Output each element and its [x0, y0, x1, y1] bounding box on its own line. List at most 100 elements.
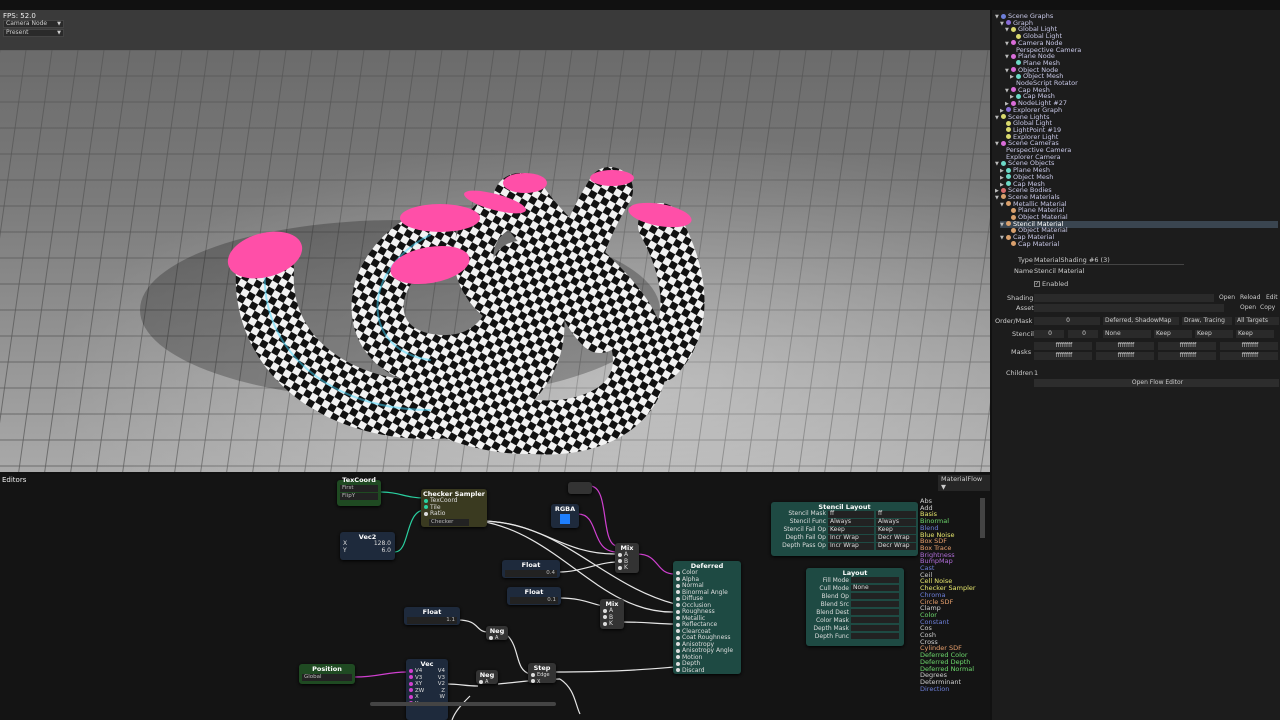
layout-row[interactable]: Blend Dest — [806, 609, 904, 617]
order-mode-select[interactable]: Deferred, ShadowMap — [1103, 317, 1179, 325]
node-texcoord[interactable]: TexCoord First FlipY — [337, 476, 381, 506]
camera-select[interactable]: Camera Node ▼ — [3, 20, 64, 28]
layout-row[interactable]: Blend Src — [806, 601, 904, 609]
input-port[interactable]: X — [528, 679, 556, 686]
float-value[interactable]: 0.4 — [505, 570, 557, 577]
row-select[interactable]: Incr Wrap — [828, 542, 874, 550]
mask-field[interactable]: ffffffff — [1034, 352, 1092, 360]
row-select[interactable]: Decr Wrap — [876, 534, 916, 542]
node-layout[interactable]: Layout Fill Mode Cull Mode None Blend Op Ble… — [806, 568, 904, 646]
row-select[interactable] — [851, 617, 899, 623]
layout-row[interactable]: Depth Mask — [806, 625, 904, 633]
node-float[interactable]: Float 0.1 — [507, 587, 561, 605]
row-select[interactable]: Always — [828, 518, 874, 526]
node-collapsed[interactable] — [568, 482, 592, 494]
node-rgba[interactable]: RGBA — [551, 504, 579, 528]
node-vec2[interactable]: Vec2 X 128.0 Y 6.0 — [340, 532, 395, 560]
input-port[interactable]: K — [600, 620, 624, 628]
layout-row[interactable]: Blend Op — [806, 593, 904, 601]
row-select[interactable] — [851, 633, 899, 639]
input-port[interactable]: A — [476, 679, 498, 686]
port-dot — [424, 498, 428, 503]
node-mix[interactable]: Mix A B K — [615, 543, 639, 573]
checker-mode-select[interactable]: Checker — [429, 518, 469, 526]
row-select[interactable]: Incr Wrap — [828, 534, 874, 542]
row-select[interactable] — [851, 609, 899, 615]
enabled-checkbox[interactable]: ✓ Enabled — [1034, 280, 1068, 288]
asset-copy-button[interactable]: Copy — [1260, 304, 1275, 311]
tree-item[interactable]: Cap Material — [1005, 240, 1278, 248]
row-select[interactable] — [851, 593, 899, 599]
shading-reload-button[interactable]: Reload — [1240, 294, 1260, 301]
node-deferred[interactable]: Deferred Color Alpha Normal Binormal Angle D… — [673, 561, 741, 674]
open-flow-editor-button[interactable]: Open Flow Editor — [1034, 379, 1279, 387]
y-value[interactable]: 6.0 — [381, 547, 391, 555]
order-field[interactable]: 0 — [1034, 317, 1100, 325]
layout-row[interactable]: Depth Func — [806, 633, 904, 641]
mask-field[interactable]: ffffffff — [1034, 342, 1092, 350]
port-dot — [618, 559, 622, 563]
node-neg[interactable]: Neg A — [476, 670, 498, 686]
shading-edit-button[interactable]: Edit — [1266, 294, 1278, 301]
node-neg[interactable]: Neg A — [486, 626, 508, 642]
node-stencil-layout[interactable]: Stencil Layout Stencil Mask ff ff Stencil F… — [771, 502, 918, 556]
layout-row[interactable]: Cull Mode None — [806, 584, 904, 593]
color-swatch[interactable] — [560, 514, 570, 524]
node-float[interactable]: Float 0.4 — [502, 560, 560, 578]
name-field[interactable]: Stencil Material — [1034, 267, 1084, 275]
position-space-select[interactable]: Global — [302, 674, 352, 681]
mask-field[interactable]: ffffffff — [1220, 352, 1278, 360]
mask-field[interactable]: ffffffff — [1220, 342, 1278, 350]
vec2-y-row[interactable]: Y 6.0 — [340, 547, 395, 555]
palette-item[interactable]: Direction — [920, 685, 978, 693]
stencil-keep-select-3[interactable]: Keep — [1236, 330, 1274, 338]
stencil-keep-select-1[interactable]: Keep — [1154, 330, 1192, 338]
stencil-keep-select-2[interactable]: Keep — [1195, 330, 1233, 338]
input-port[interactable]: A — [486, 635, 508, 642]
texcoord-set-select[interactable]: First — [340, 485, 378, 492]
row-select[interactable]: Keep — [828, 526, 874, 534]
palette-scrollbar[interactable] — [980, 498, 985, 538]
row-select[interactable]: Always — [876, 518, 916, 526]
row-select[interactable] — [851, 577, 899, 583]
row-select[interactable]: ff — [828, 510, 874, 518]
row-select[interactable] — [851, 625, 899, 631]
order-trace-select[interactable]: Draw, Tracing — [1182, 317, 1232, 325]
mode-select[interactable]: Present ▼ — [3, 29, 64, 37]
node-float[interactable]: Float 1.1 — [404, 607, 460, 625]
node-mix[interactable]: Mix A B K — [600, 599, 624, 629]
layout-row[interactable]: Color Mask — [806, 617, 904, 625]
texcoord-flip-select[interactable]: FlipY — [340, 493, 378, 500]
row-select[interactable]: Keep — [876, 526, 916, 534]
scene-viewport[interactable]: FPS: 52.0 Camera Node ▼ Present ▼ — [0, 10, 990, 472]
mask-field[interactable]: ffffffff — [1096, 352, 1154, 360]
input-port[interactable]: Ratio — [421, 510, 487, 518]
node-checker-sampler[interactable]: Checker Sampler TexCoord Tile Ratio Chec… — [421, 489, 487, 527]
asset-field[interactable] — [1034, 304, 1224, 312]
mask-field[interactable]: ffffffff — [1158, 342, 1216, 350]
shading-open-button[interactable]: Open — [1219, 294, 1235, 301]
asset-open-button[interactable]: Open — [1240, 304, 1256, 311]
stencil-layout-row[interactable]: Depth Pass Op Incr Wrap Decr Wrap — [771, 542, 918, 551]
row-select[interactable]: ff — [876, 510, 916, 518]
float-value[interactable]: 0.1 — [510, 597, 558, 604]
input-port[interactable]: Discard — [673, 667, 741, 675]
node-position[interactable]: Position Global — [299, 664, 355, 684]
tree-node-icon — [1011, 87, 1016, 93]
stencil-field-b[interactable]: 0 — [1068, 330, 1098, 338]
node-vec[interactable]: Vec V4V4V3V3XYV2ZWZXWY — [406, 659, 448, 720]
node-title: Position — [312, 665, 342, 673]
row-select[interactable]: Decr Wrap — [876, 542, 916, 550]
order-targets-select[interactable]: All Targets — [1235, 317, 1279, 325]
input-port[interactable]: K — [615, 564, 639, 572]
mask-field[interactable]: ffffffff — [1096, 342, 1154, 350]
shading-field[interactable] — [1034, 294, 1214, 302]
mask-field[interactable]: ffffffff — [1158, 352, 1216, 360]
row-select[interactable]: None — [851, 584, 899, 591]
stencil-func-select[interactable]: None — [1103, 330, 1151, 338]
node-step[interactable]: Step Edge X — [528, 663, 556, 686]
editor-horizontal-scrollbar[interactable] — [370, 702, 556, 706]
stencil-field-a[interactable]: 0 — [1034, 330, 1064, 338]
row-select[interactable] — [851, 601, 899, 607]
float-value[interactable]: 1.1 — [407, 617, 457, 624]
